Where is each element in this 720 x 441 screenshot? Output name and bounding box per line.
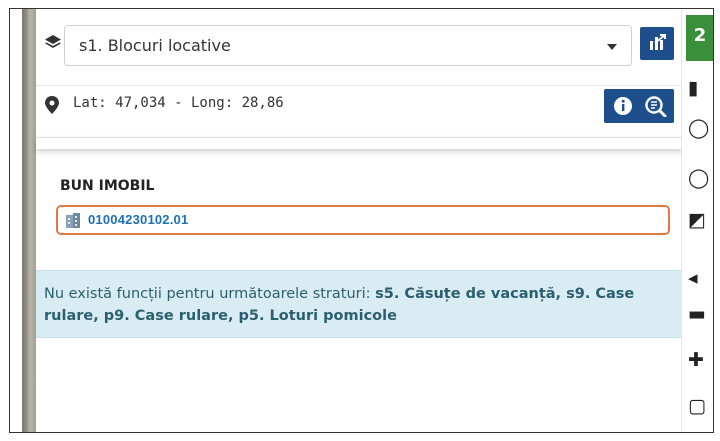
chart-icon — [650, 34, 666, 50]
app-frame: s1. Blocuri locative Lat: 47,034 - Long:… — [9, 8, 714, 433]
circle-tool-2-icon[interactable]: ◯ — [688, 165, 713, 191]
coordinates-text: Lat: 47,034 - Long: 28,86 — [73, 95, 284, 111]
result-item-link[interactable]: 01004230102.01 — [88, 212, 188, 227]
info-banner: Nu există funcții pentru următoarele str… — [36, 270, 684, 338]
divider — [36, 137, 684, 149]
chevron-down-icon — [607, 44, 617, 50]
layers-icon — [45, 35, 61, 48]
zoom-extent-icon[interactable] — [644, 95, 668, 117]
share-icon[interactable]: ◂ — [688, 265, 713, 291]
building-icon — [66, 213, 80, 228]
map-pin-icon — [45, 96, 59, 114]
right-toolbar: 2 ▮ ◯ ◯ ◩ ◂ ▬ ✚ ▢ — [681, 9, 713, 432]
location-actions — [604, 89, 674, 123]
identify-panel: s1. Blocuri locative Lat: 47,034 - Long:… — [36, 9, 684, 432]
layer-select-value: s1. Blocuri locative — [79, 36, 231, 55]
circle-tool-icon[interactable]: ◯ — [688, 115, 713, 141]
result-item[interactable]: 01004230102.01 — [56, 205, 670, 235]
layer-select[interactable]: s1. Blocuri locative — [64, 25, 632, 66]
measure-icon[interactable]: ▮ — [688, 75, 713, 101]
settings-icon[interactable]: ▢ — [688, 393, 713, 419]
layer-row: s1. Blocuri locative — [36, 17, 684, 67]
chart-button[interactable] — [640, 27, 674, 60]
print-icon[interactable]: ▬ — [688, 301, 713, 327]
user-icon[interactable]: 2 — [686, 15, 713, 61]
puzzle-icon[interactable]: ✚ — [688, 347, 713, 373]
info-icon[interactable] — [612, 95, 634, 117]
result-section-title: BUN IMOBIL — [60, 178, 155, 194]
location-row: Lat: 47,034 - Long: 28,86 — [36, 85, 684, 125]
info-banner-prefix: Nu există funcții pentru următoarele str… — [44, 286, 376, 302]
map-view[interactable] — [10, 9, 36, 432]
draw-icon[interactable]: ◩ — [688, 207, 713, 233]
